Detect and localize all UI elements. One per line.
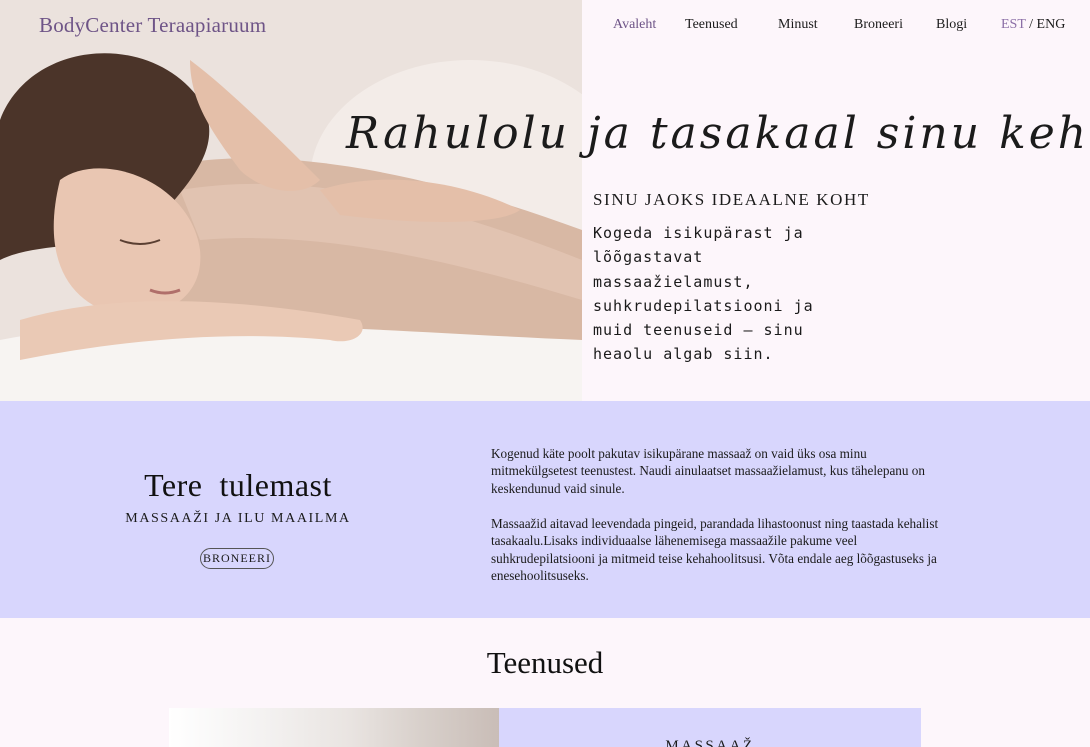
lang-separator: / [1025, 17, 1037, 32]
welcome-paragraph-2: Massaažid aitavad leevendada pingeid, pa… [491, 516, 939, 584]
welcome-paragraph-1: Kogenud käte poolt pakutav isikupärane m… [491, 446, 925, 496]
welcome-title: Tere tulemast [144, 467, 332, 503]
hero-section: BodyCenter Teraapiaruum Avaleht Teenused… [0, 0, 1090, 401]
nav-item-blogi[interactable]: Blogi [936, 17, 967, 33]
service-card-massage[interactable]: MASSAAŽ [169, 708, 921, 747]
lang-eng-link[interactable]: ENG [1037, 17, 1066, 32]
lang-est-link[interactable]: EST [1001, 17, 1026, 32]
hero-photo-illustration [0, 0, 582, 401]
brand-logo-text[interactable]: BodyCenter Teraapiaruum [39, 13, 266, 38]
language-switcher: EST / ENG [1001, 17, 1065, 33]
hero-description: Kogeda isikupärast ja lõõgastavat massaa… [593, 224, 814, 364]
book-button[interactable]: BRONEERI [200, 548, 274, 569]
hero-tagline: Rahulolu ja tasakaal sinu kehas [346, 108, 1090, 159]
service-name: MASSAAŽ [665, 738, 755, 747]
nav-item-teenused[interactable]: Teenused [685, 17, 738, 33]
nav-item-avaleht[interactable]: Avaleht [613, 17, 656, 33]
service-photo [169, 708, 499, 747]
nav-item-minust[interactable]: Minust [778, 17, 818, 33]
hero-subheading: SINU JAOKS IDEAALNE KOHT [593, 190, 870, 209]
service-panel: MASSAAŽ [499, 708, 921, 747]
hero-massage-photo [0, 0, 582, 401]
services-title: Teenused [486, 645, 604, 680]
welcome-section: Tere tulemast MASSAAŽI JA ILU MAAILMA BR… [0, 401, 1090, 618]
welcome-subtitle: MASSAAŽI JA ILU MAAILMA [125, 511, 351, 526]
nav-item-broneeri[interactable]: Broneeri [854, 17, 903, 33]
